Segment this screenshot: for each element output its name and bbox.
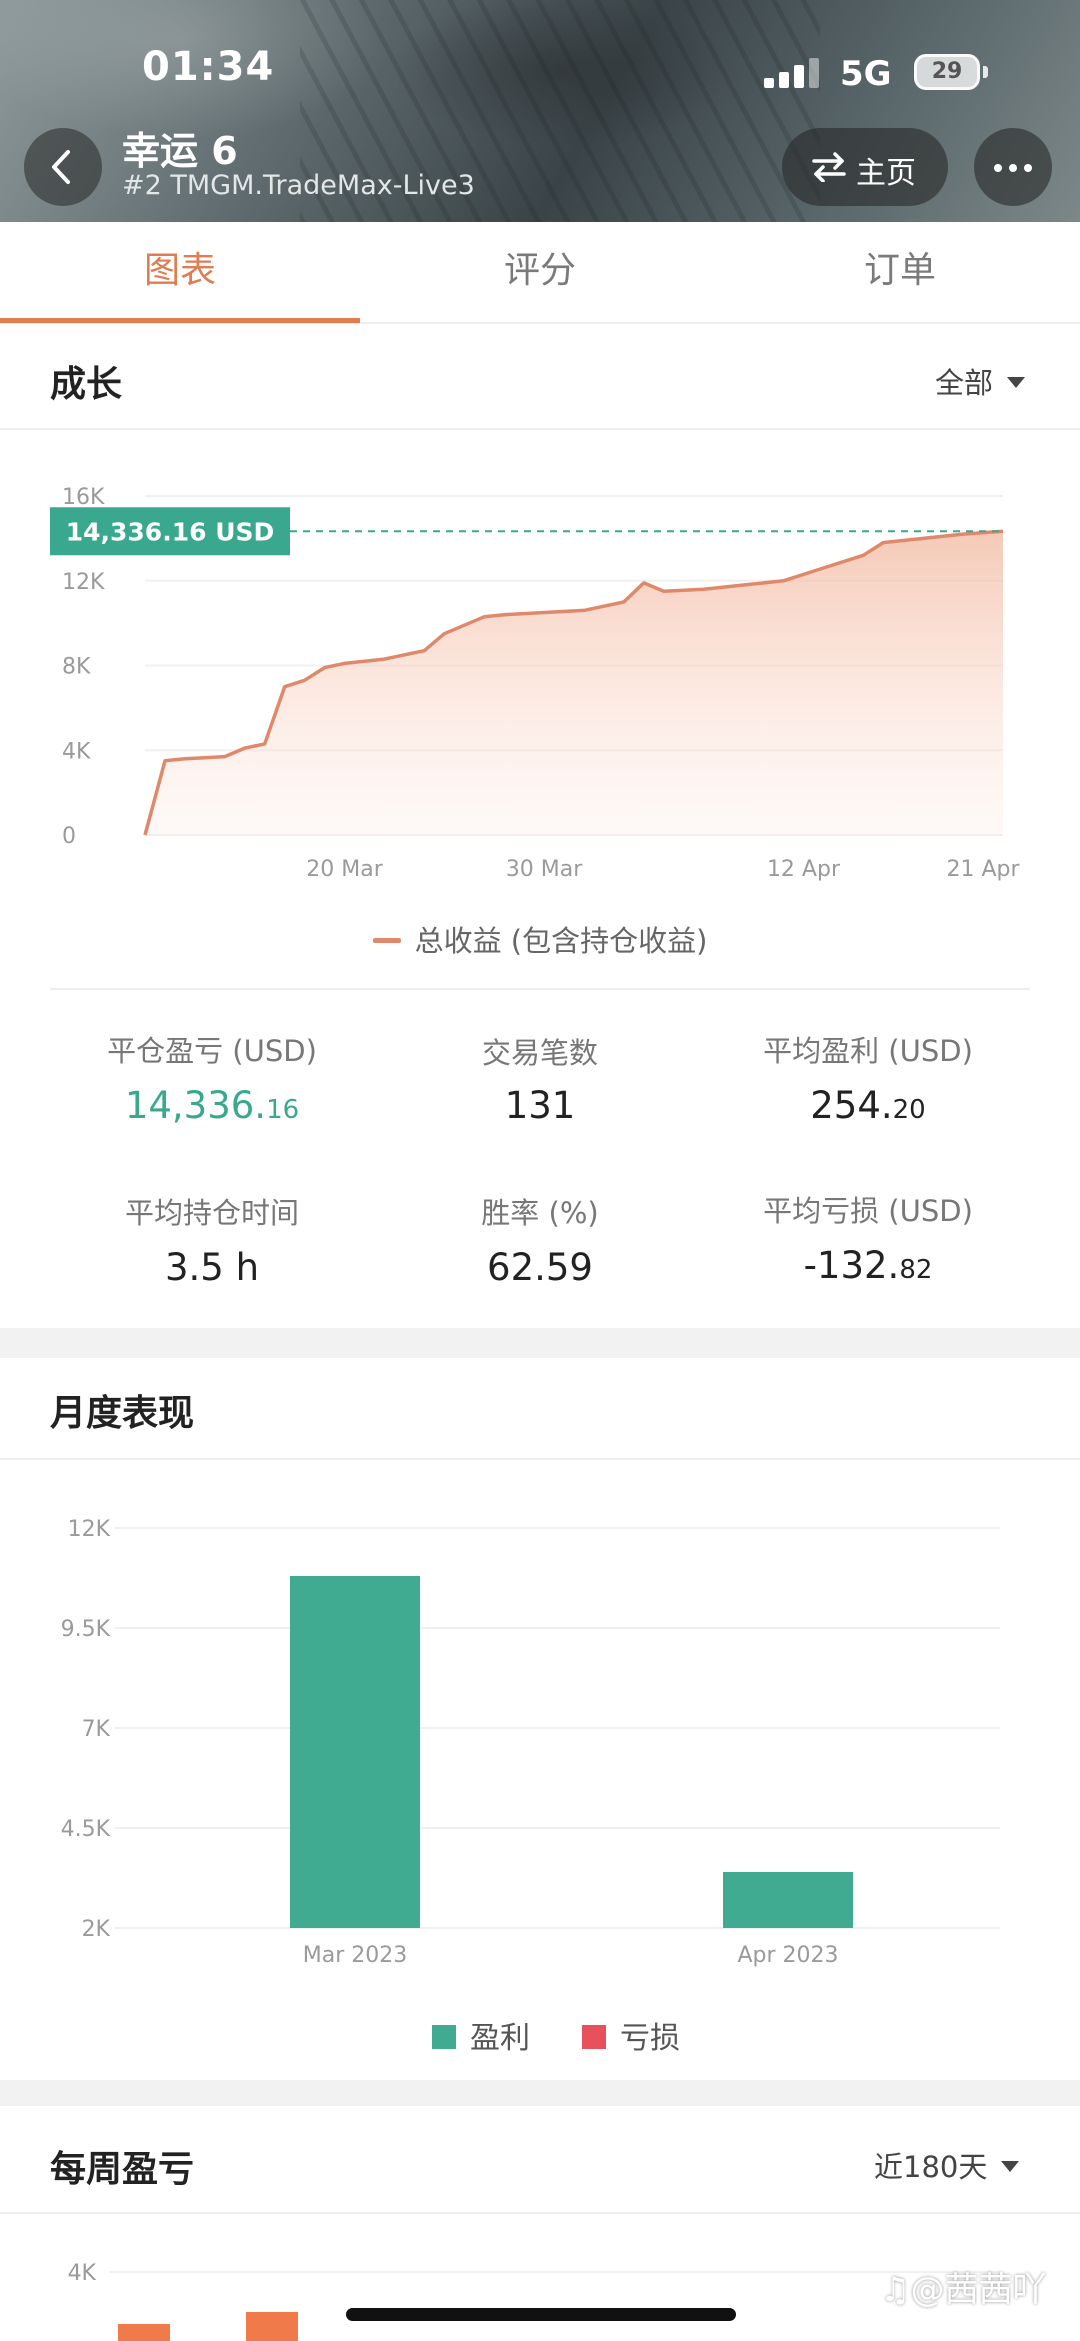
weekly-range-label: 近180天	[874, 2150, 988, 2184]
monthly-bar-chart: 2K 4.5K 7K 9.5K 12K Mar 2023 Apr 2023	[61, 1517, 1000, 1968]
win-rate-value: 62.59	[487, 1246, 593, 1289]
divider	[0, 1458, 1080, 1460]
weekly-bar	[118, 2324, 170, 2341]
closed-pnl-label: 平仓盈亏 (USD)	[107, 1034, 317, 1068]
growth-area-fill	[145, 531, 1003, 835]
more-dot-icon	[1024, 164, 1032, 172]
avg-profit-dec: 20	[892, 1095, 926, 1125]
home-button[interactable]: 主页	[782, 128, 948, 206]
win-rate-label: 胜率 (%)	[481, 1196, 599, 1230]
monthly-title: 月度表现	[50, 1393, 195, 1434]
closed-pnl-dec: 16	[266, 1095, 300, 1125]
avg-loss-value: -132.82	[688, 1244, 1048, 1287]
tab-orders[interactable]: 订单	[720, 222, 1080, 322]
tab-rating[interactable]: 评分	[360, 222, 720, 322]
growth-range-dropdown[interactable]: 全部	[935, 360, 1026, 402]
watermark: ♫@茜茜吖	[880, 2270, 1047, 2310]
monthly-y-tick: 2K	[82, 1917, 111, 1942]
growth-legend: 总收益 (包含持仓收益)	[0, 918, 1080, 960]
status-time: 01:34	[142, 44, 275, 90]
weekly-y-tick: 4K	[68, 2261, 97, 2286]
growth-title: 成长	[50, 364, 123, 405]
legend-loss: 亏损	[582, 2013, 680, 2057]
current-value-label: 14,336.16 USD	[66, 517, 275, 546]
monthly-y-tick: 7K	[82, 1717, 111, 1742]
more-dot-icon	[1009, 164, 1017, 172]
tab-active-indicator	[0, 318, 360, 323]
trades-label: 交易笔数	[481, 1036, 598, 1070]
account-name: 幸运 6	[122, 129, 238, 173]
legend-profit: 盈利	[432, 2013, 530, 2057]
divider	[0, 2212, 1080, 2214]
caret-down-icon	[1007, 376, 1026, 388]
legend-profit-label: 盈利	[470, 2021, 530, 2056]
weekly-range-dropdown[interactable]: 近180天	[874, 2144, 1020, 2186]
monthly-x-tick: Mar 2023	[303, 1943, 408, 1968]
closed-pnl-value: 14,336.16	[32, 1084, 392, 1127]
chevron-left-icon	[52, 150, 70, 184]
growth-x-tick: 12 Apr	[767, 857, 841, 882]
growth-x-tick: 30 Mar	[506, 857, 583, 882]
growth-x-tick: 21 Apr	[947, 857, 1021, 882]
profit-swatch	[432, 2024, 456, 2049]
monthly-x-tick: Apr 2023	[737, 1943, 838, 1968]
home-button-label: 主页	[856, 156, 916, 191]
current-value-tag: 14,336.16 USD	[50, 507, 290, 556]
caret-down-icon	[1001, 2160, 1020, 2172]
more-options-button[interactable]	[974, 128, 1052, 206]
avg-loss-int: -132.	[803, 1244, 900, 1287]
monthly-bar-profit	[290, 1576, 420, 1928]
network-type: 5G	[840, 54, 892, 94]
weekly-bar	[246, 2312, 298, 2341]
switch-arrows-icon	[812, 152, 846, 182]
legend-loss-label: 亏损	[620, 2021, 680, 2056]
battery-tip	[983, 66, 988, 78]
battery-level: 29	[931, 59, 963, 84]
growth-y-tick: 16K	[62, 485, 105, 510]
monthly-y-tick: 12K	[68, 1517, 111, 1542]
trades-value: 131	[504, 1084, 576, 1127]
monthly-bar-profit	[723, 1872, 853, 1928]
growth-x-tick: 20 Mar	[306, 857, 383, 882]
account-header: 01:34 5G 29 幸运 6 #2 TMGM.TradeMax-Live3 …	[0, 0, 1080, 222]
growth-legend-label: 总收益 (包含持仓收益)	[414, 924, 708, 958]
avg-profit-label: 平均盈利 (USD)	[763, 1034, 973, 1068]
loss-swatch	[582, 2024, 606, 2049]
growth-y-tick: 12K	[62, 570, 105, 595]
cellular-signal-icon	[764, 58, 820, 88]
growth-range-label: 全部	[935, 366, 994, 400]
avg-hold-label: 平均持仓时间	[124, 1196, 299, 1230]
growth-y-tick: 4K	[62, 739, 91, 764]
more-dot-icon	[994, 164, 1002, 172]
section-gap	[0, 2080, 1080, 2106]
growth-chart: 0 4K 8K 12K 16K 20 Mar 30 Mar 12 Apr 21 Apr 14,3…	[50, 485, 1021, 882]
growth-y-tick: 0	[62, 824, 76, 849]
tab-bar: 图表 评分 订单	[0, 222, 1080, 324]
divider	[50, 988, 1030, 990]
avg-loss-dec: 82	[899, 1255, 933, 1285]
avg-profit-int: 254.	[810, 1084, 893, 1127]
weekly-title: 每周盈亏	[50, 2149, 195, 2190]
monthly-y-tick: 4.5K	[61, 1817, 111, 1842]
growth-y-tick: 8K	[62, 655, 91, 680]
section-gap	[0, 1328, 1080, 1358]
avg-hold-value: 3.5 h	[164, 1246, 260, 1289]
account-server: #2 TMGM.TradeMax-Live3	[122, 170, 475, 201]
divider	[0, 428, 1080, 430]
monthly-y-tick: 9.5K	[61, 1617, 111, 1642]
legend-line-swatch	[372, 937, 401, 943]
avg-loss-label: 平均亏损 (USD)	[763, 1194, 973, 1228]
battery-icon: 29	[914, 54, 980, 90]
closed-pnl-int: 14,336.	[124, 1084, 267, 1127]
back-button[interactable]	[24, 128, 102, 206]
home-indicator	[346, 2308, 736, 2321]
tab-charts[interactable]: 图表	[0, 222, 360, 322]
avg-profit-value: 254.20	[688, 1084, 1048, 1127]
